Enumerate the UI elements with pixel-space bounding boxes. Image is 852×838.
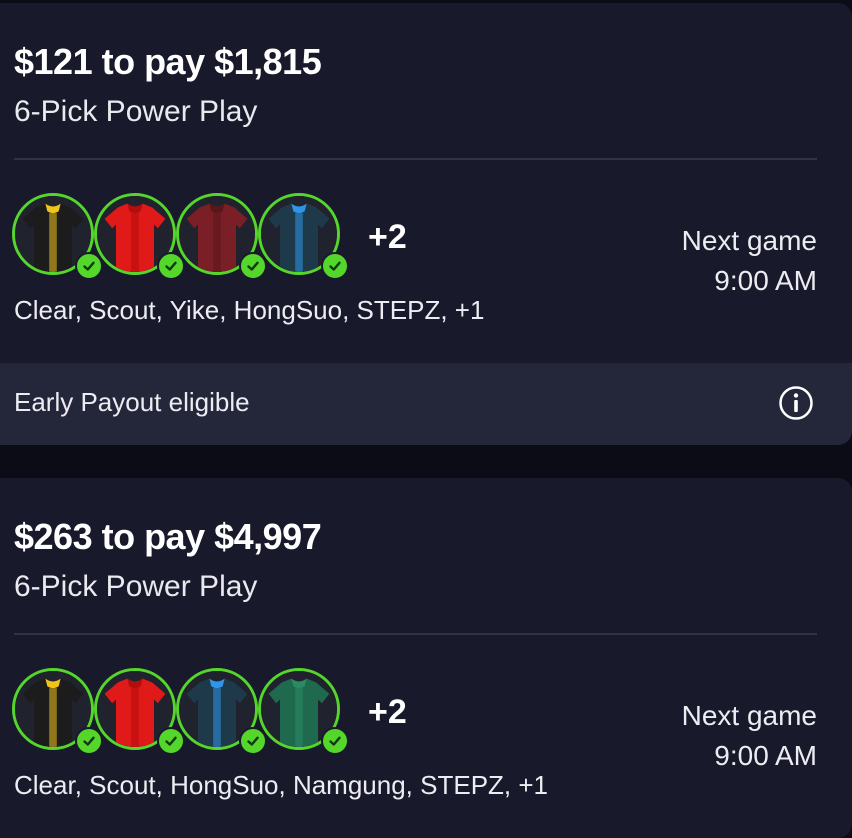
- divider: [14, 633, 817, 635]
- info-icon[interactable]: [778, 385, 814, 421]
- check-icon: [321, 252, 349, 280]
- check-icon: [321, 727, 349, 755]
- check-icon: [75, 727, 103, 755]
- check-icon: [239, 252, 267, 280]
- next-game-time: 9:00 AM: [714, 740, 817, 771]
- next-game-time: 9:00 AM: [714, 265, 817, 296]
- payout-title: $121 to pay $1,815: [14, 41, 322, 82]
- entry-type: 6-Pick Power Play: [14, 570, 258, 603]
- early-payout-label: Early Payout eligible: [14, 387, 250, 417]
- early-payout-bar: Early Payout eligible: [0, 363, 852, 445]
- check-icon: [75, 252, 103, 280]
- divider: [14, 158, 817, 160]
- entry-card[interactable]: $263 to pay $4,997 6-Pick Power Play +2 …: [0, 478, 852, 838]
- player-avatars: [12, 193, 352, 283]
- check-icon: [157, 252, 185, 280]
- next-game-label: Next game: [681, 225, 817, 256]
- entry-type: 6-Pick Power Play: [14, 95, 258, 128]
- player-avatars: [12, 668, 352, 758]
- payout-title: $263 to pay $4,997: [14, 516, 322, 557]
- more-players-count: +2: [368, 218, 407, 256]
- check-icon: [239, 727, 267, 755]
- check-icon: [157, 727, 185, 755]
- more-players-count: +2: [368, 693, 407, 731]
- entry-card[interactable]: $121 to pay $1,815 6-Pick Power Play +2 …: [0, 3, 852, 445]
- player-names: Clear, Scout, HongSuo, Namgung, STEPZ, +…: [14, 770, 549, 800]
- next-game-label: Next game: [681, 700, 817, 731]
- player-names: Clear, Scout, Yike, HongSuo, STEPZ, +1: [14, 295, 485, 325]
